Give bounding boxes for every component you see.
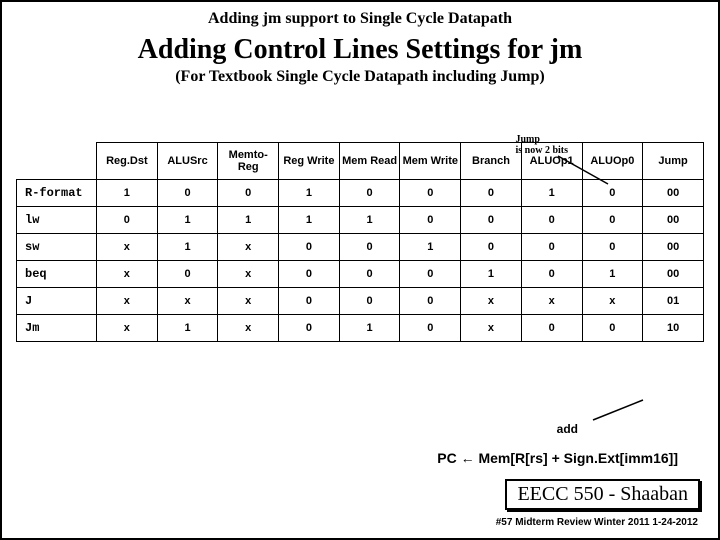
cell: 0 xyxy=(400,261,461,288)
cell: x xyxy=(218,234,279,261)
cell: 0 xyxy=(521,234,582,261)
col-alusrc: ALUSrc xyxy=(157,143,218,180)
cell: 0 xyxy=(461,180,522,207)
cell: x xyxy=(97,315,158,342)
cell: x xyxy=(218,261,279,288)
add-label: add xyxy=(557,422,578,436)
cell: 0 xyxy=(218,180,279,207)
cell: 0 xyxy=(582,207,643,234)
cell: 0 xyxy=(339,180,400,207)
top-caption: Adding jm support to Single Cycle Datapa… xyxy=(16,10,704,28)
jump-note: Jump is now 2 bits xyxy=(515,134,568,156)
cell: 0 xyxy=(400,288,461,315)
col-jump: Jump xyxy=(643,143,704,180)
row-label: J xyxy=(17,288,97,315)
cell: 1 xyxy=(339,315,400,342)
col-memread: Mem Read xyxy=(339,143,400,180)
cell: 0 xyxy=(279,315,340,342)
cell: 0 xyxy=(461,234,522,261)
cell: 00 xyxy=(643,180,704,207)
cell: 1 xyxy=(157,315,218,342)
add-arrow-icon xyxy=(588,398,648,422)
cell: 1 xyxy=(339,207,400,234)
cell: x xyxy=(97,261,158,288)
cell: 00 xyxy=(643,261,704,288)
cell: x xyxy=(97,288,158,315)
pc-equation: PC ← Mem[R[rs] + Sign.Ext[imm16]] xyxy=(437,450,678,466)
cell: x xyxy=(461,315,522,342)
row-label: beq xyxy=(17,261,97,288)
cell: 1 xyxy=(400,234,461,261)
cell: 0 xyxy=(339,288,400,315)
table-row: beqx0x00010100 xyxy=(17,261,704,288)
cell: 00 xyxy=(643,234,704,261)
cell: 0 xyxy=(521,261,582,288)
cell: x xyxy=(97,234,158,261)
cell: x xyxy=(157,288,218,315)
col-regdst: Reg.Dst xyxy=(97,143,158,180)
cell: 0 xyxy=(582,234,643,261)
cell: x xyxy=(218,315,279,342)
cell: x xyxy=(521,288,582,315)
cell: x xyxy=(582,288,643,315)
table-row: Jxxx000xxx01 xyxy=(17,288,704,315)
cell: 0 xyxy=(521,315,582,342)
cell: 00 xyxy=(643,207,704,234)
table-row: swx1x00100000 xyxy=(17,234,704,261)
row-label: lw xyxy=(17,207,97,234)
cell: 01 xyxy=(643,288,704,315)
footer-line: #57 Midterm Review Winter 2011 1-24-2012 xyxy=(496,517,698,528)
cell: 0 xyxy=(279,234,340,261)
cell: 0 xyxy=(157,261,218,288)
course-box: EECC 550 - Shaaban xyxy=(505,479,700,510)
row-label: Jm xyxy=(17,315,97,342)
corner-cell xyxy=(17,143,97,180)
subtitle: (For Textbook Single Cycle Datapath incl… xyxy=(16,68,704,86)
col-branch: Branch xyxy=(461,143,522,180)
cell: x xyxy=(461,288,522,315)
cell: 10 xyxy=(643,315,704,342)
cell: 0 xyxy=(582,315,643,342)
col-regwrite: Reg Write xyxy=(279,143,340,180)
cell: 1 xyxy=(157,234,218,261)
cell: 0 xyxy=(157,180,218,207)
table-row: Jmx1x010x0010 xyxy=(17,315,704,342)
col-memtoreg: Memto-Reg xyxy=(218,143,279,180)
row-label: R-format xyxy=(17,180,97,207)
cell: 0 xyxy=(97,207,158,234)
row-label: sw xyxy=(17,234,97,261)
cell: 1 xyxy=(279,180,340,207)
cell: 0 xyxy=(339,234,400,261)
cell: 0 xyxy=(521,207,582,234)
cell: 1 xyxy=(279,207,340,234)
cell: 0 xyxy=(279,261,340,288)
cell: 1 xyxy=(461,261,522,288)
cell: 0 xyxy=(400,180,461,207)
main-title: Adding Control Lines Settings for jm xyxy=(16,34,704,66)
cell: 0 xyxy=(461,207,522,234)
cell: x xyxy=(218,288,279,315)
note-arrow-icon xyxy=(553,154,613,190)
cell: 1 xyxy=(218,207,279,234)
note-line1: Jump xyxy=(515,134,539,145)
table-row: lw01111000000 xyxy=(17,207,704,234)
cell: 1 xyxy=(157,207,218,234)
col-memwrite: Mem Write xyxy=(400,143,461,180)
cell: 0 xyxy=(279,288,340,315)
cell: 0 xyxy=(400,315,461,342)
cell: 0 xyxy=(400,207,461,234)
cell: 0 xyxy=(339,261,400,288)
cell: 1 xyxy=(97,180,158,207)
cell: 1 xyxy=(582,261,643,288)
